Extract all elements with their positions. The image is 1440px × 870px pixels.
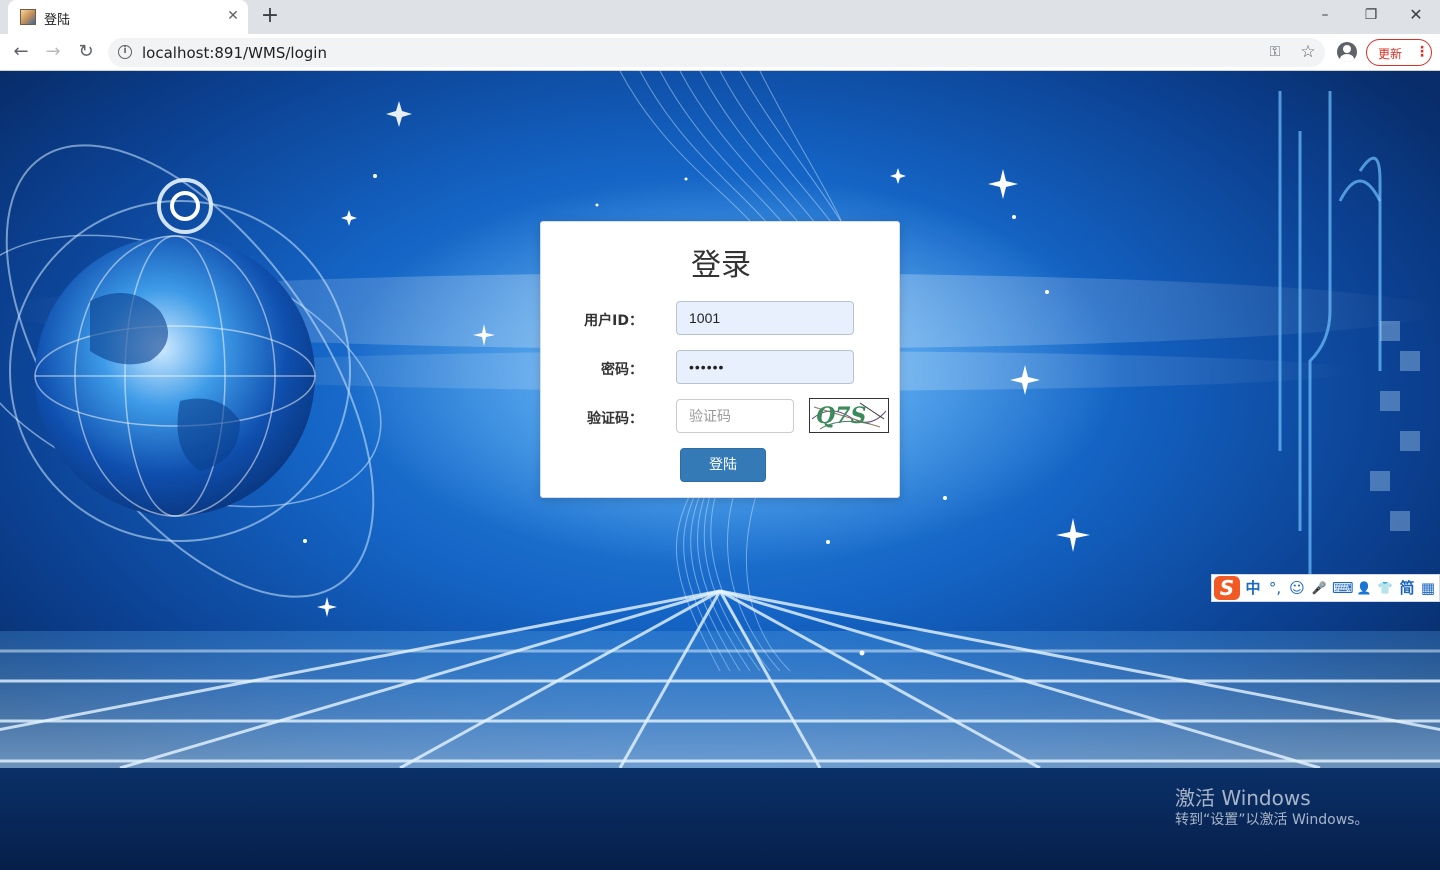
ime-toolbar[interactable]: S 中 °, ☺ 🎤 ⌨ 👤 👕 简 ▦ (1211, 574, 1440, 602)
user-id-input[interactable]: 1001 (676, 301, 854, 335)
ime-punctuation-icon[interactable]: °, (1266, 578, 1284, 598)
update-label: 更新 (1378, 47, 1403, 61)
captcha-text: Q7S (816, 403, 866, 429)
ime-simplified-mode[interactable]: 简 (1398, 578, 1416, 598)
ime-keyboard-icon[interactable]: ⌨ (1332, 578, 1354, 598)
login-button[interactable]: 登陆 (680, 448, 766, 482)
captcha-graphic: Q7S (811, 402, 887, 430)
tab-strip: 登陆 ✕ + – ❐ ✕ (0, 0, 1440, 34)
password-label: 密码： (601, 362, 643, 378)
address-bar[interactable]: i localhost:891/WMS/login ⚿ ☆ (108, 38, 1325, 67)
login-page: 登录 用户ID： 1001 密码： •••••• 验证码： Q7S 登陆 S 中… (0, 71, 1440, 870)
password-input[interactable]: •••••• (676, 350, 854, 384)
url-text[interactable]: localhost:891/WMS/login (142, 44, 327, 62)
captcha-input[interactable] (676, 399, 794, 433)
ime-chinese-mode[interactable]: 中 (1244, 578, 1262, 598)
profile-icon[interactable] (1337, 42, 1357, 62)
login-title: 登录 (691, 248, 751, 283)
activate-windows-title: 激活 Windows (1175, 786, 1311, 810)
forward-button[interactable]: → (41, 40, 65, 64)
browser-tab[interactable]: 登陆 ✕ (8, 0, 248, 34)
ime-skin-icon[interactable]: 👕 (1376, 578, 1394, 598)
user-id-label: 用户ID： (584, 313, 643, 329)
favicon-icon (20, 9, 36, 25)
password-key-icon[interactable]: ⚿ (1266, 43, 1284, 61)
ime-emoji-icon[interactable]: ☺ (1288, 578, 1306, 598)
sogou-logo-icon[interactable]: S (1214, 576, 1240, 600)
back-button[interactable]: ← (9, 40, 33, 64)
new-tab-button[interactable]: + (258, 5, 282, 29)
ime-toolbox-icon[interactable]: ▦ (1419, 578, 1437, 598)
ime-voice-icon[interactable]: 🎤 (1310, 578, 1328, 598)
bookmark-star-icon[interactable]: ☆ (1298, 42, 1318, 62)
update-button[interactable]: 更新 ⋮ (1366, 39, 1432, 66)
window-restore-button[interactable]: ❐ (1351, 4, 1391, 26)
site-info-icon[interactable]: i (118, 45, 132, 59)
tab-close-icon[interactable]: ✕ (224, 7, 242, 25)
menu-dots-icon: ⋮ (1415, 44, 1429, 60)
tab-title: 登陆 (44, 13, 71, 28)
window-minimize-button[interactable]: – (1305, 4, 1345, 26)
activate-windows-subtitle: 转到“设置”以激活 Windows。 (1175, 812, 1369, 828)
reload-button[interactable]: ↻ (74, 40, 98, 64)
browser-toolbar: ← → ↻ i localhost:891/WMS/login ⚿ ☆ 更新 ⋮ (0, 34, 1440, 71)
captcha-image[interactable]: Q7S (809, 398, 889, 433)
window-close-button[interactable]: ✕ (1396, 4, 1436, 26)
ime-user-icon[interactable]: 👤 (1355, 578, 1373, 598)
captcha-label: 验证码： (587, 411, 643, 427)
login-card: 登录 用户ID： 1001 密码： •••••• 验证码： Q7S 登陆 (540, 221, 900, 498)
